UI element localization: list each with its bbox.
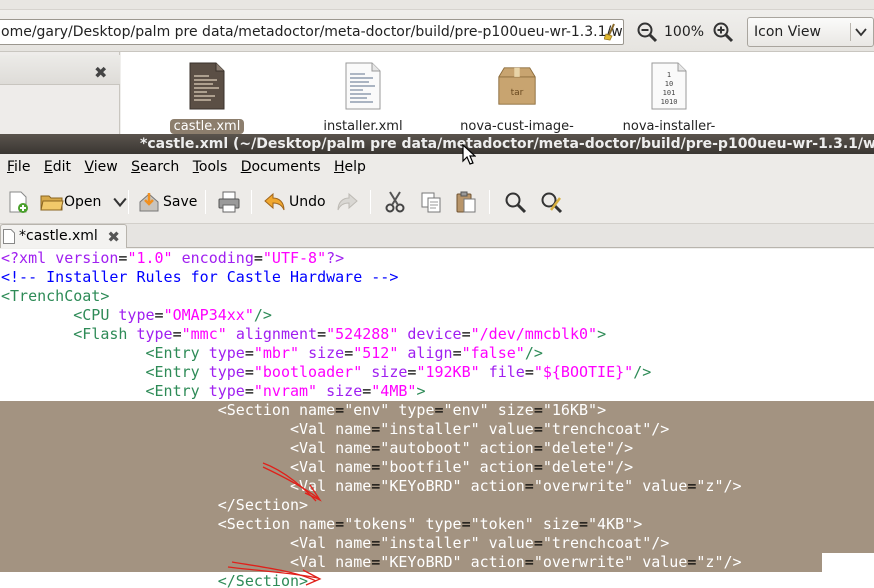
code-line: <CPU type="OMAP34xx"/> (73, 306, 272, 324)
chevron-down-icon[interactable] (113, 195, 128, 209)
code-line: <Section name="env" type="env" size="16K… (217, 401, 607, 419)
view-mode-label: Icon View (754, 24, 821, 40)
text-editor-area[interactable]: <?xml version="1.0" encoding="UTF-8"?> <!… (0, 249, 874, 588)
binary-file-icon: 1101011010 (651, 62, 687, 110)
file-manager-window: ome/gary/Desktop/palm pre data/metadocto… (0, 0, 874, 134)
file-name: nova-installer- (622, 119, 716, 134)
paste-button[interactable] (454, 188, 478, 216)
redo-button[interactable] (335, 188, 359, 216)
code-line: <Entry type="nvram" size="4MB"> (145, 382, 426, 400)
editor-toolbar: Open Save Undo (0, 180, 874, 224)
find-replace-button[interactable] (539, 188, 563, 216)
code-line: <Val name="KEYoBRD" action="overwrite" v… (289, 553, 742, 571)
tab-label: *castle.xml (19, 228, 98, 244)
text-editor-window: *castle.xml (~/Desktop/palm pre data/met… (0, 134, 874, 588)
document-icon (3, 229, 15, 244)
location-text: ome/gary/Desktop/palm pre data/metadocto… (1, 24, 624, 40)
code-line: <Val name="bootfile" action="delete"/> (289, 458, 634, 476)
svg-text:10: 10 (665, 80, 673, 88)
save-button[interactable]: Save (137, 188, 197, 216)
svg-text:101: 101 (663, 89, 676, 97)
folder-open-icon (40, 195, 64, 211)
file-icon-grid: castle.xml installer.xml tar nova-cust-i… (121, 52, 874, 134)
menu-file[interactable]: File (5, 154, 32, 180)
window-title[interactable]: *castle.xml (~/Desktop/palm pre data/met… (0, 134, 874, 154)
code-line: <Entry type="mbr" size="512" align="fals… (145, 344, 543, 362)
file-name: castle.xml (169, 119, 245, 134)
zoom-level: 100% (664, 24, 705, 40)
mouse-pointer-icon (462, 144, 476, 165)
scissors-icon (385, 191, 405, 213)
new-button[interactable] (6, 188, 30, 216)
view-mode-select[interactable]: Icon View (747, 17, 874, 47)
code-line: </Section> (217, 572, 309, 588)
code-line: <?xml version="1.0" encoding="UTF-8"?> (1, 249, 345, 267)
file-name: nova-cust-image- (460, 119, 574, 134)
zoom-in-icon[interactable] (712, 21, 734, 43)
code-line: <TrenchCoat> (1, 287, 110, 305)
code-line: <Section name="tokens" type="token" size… (217, 515, 643, 533)
chevron-down-icon (855, 28, 867, 37)
save-icon (139, 193, 159, 212)
close-sidebar-icon[interactable]: ✖ (94, 63, 107, 82)
code-line: <Val name="installer" value="trenchcoat"… (289, 420, 670, 438)
menu-help[interactable]: Help (332, 154, 368, 180)
zoom-out-icon[interactable] (636, 21, 658, 43)
menu-documents[interactable]: Documents (239, 154, 323, 180)
tar-archive-icon: tar (498, 67, 536, 105)
file-manager-toolbar: ome/gary/Desktop/palm pre data/metadocto… (0, 0, 874, 52)
code-line: <Flash type="mmc" alignment="524288" dev… (73, 325, 607, 343)
sidebar: ✖ (0, 52, 120, 134)
copy-button[interactable] (419, 188, 443, 216)
menu-tools[interactable]: Tools (191, 154, 230, 180)
undo-icon (264, 192, 285, 211)
text-file-icon (345, 62, 381, 110)
undo-label: Undo (289, 194, 326, 210)
cut-button[interactable] (383, 188, 407, 216)
code-line: </Section> (217, 496, 309, 514)
redo-icon (337, 192, 358, 211)
open-button[interactable]: Open (40, 188, 128, 216)
find-replace-icon (541, 192, 563, 214)
file-name: installer.xml (323, 119, 403, 134)
svg-text:tar: tar (511, 88, 524, 98)
new-document-icon (9, 191, 28, 213)
close-tab-icon[interactable]: ✖ (107, 226, 120, 248)
code-line: <Val name="autoboot" action="delete"/> (289, 439, 634, 457)
document-tabs: *castle.xml ✖ (0, 224, 874, 248)
search-icon (505, 192, 527, 214)
svg-text:1: 1 (667, 71, 671, 79)
menu-edit[interactable]: Edit (42, 154, 73, 180)
code-line: <Entry type="bootloader" size="192KB" fi… (145, 363, 652, 381)
menu-view[interactable]: View (82, 154, 119, 180)
menu-bar: File Edit View Search Tools Documents He… (0, 154, 874, 180)
location-bar[interactable]: ome/gary/Desktop/palm pre data/metadocto… (0, 19, 624, 45)
find-button[interactable] (503, 188, 527, 216)
copy-icon (421, 192, 441, 213)
tab-castle-xml[interactable]: *castle.xml ✖ (0, 224, 127, 248)
svg-text:1010: 1010 (661, 98, 678, 106)
save-label: Save (163, 194, 198, 210)
code-line: <!-- Installer Rules for Castle Hardware… (1, 268, 399, 286)
code-line: <Val name="installer" value="trenchcoat"… (289, 534, 670, 552)
clear-broom-icon[interactable] (604, 23, 618, 41)
undo-button[interactable]: Undo (263, 188, 326, 216)
paste-icon (456, 191, 476, 213)
print-button[interactable] (217, 188, 241, 216)
open-label: Open (64, 194, 102, 210)
menu-search[interactable]: Search (129, 154, 181, 180)
printer-icon (218, 191, 240, 213)
code-line: <Val name="KEYoBRD" action="overwrite" v… (289, 477, 742, 495)
text-file-icon (189, 62, 225, 110)
sidebar-header: ✖ (0, 55, 120, 85)
